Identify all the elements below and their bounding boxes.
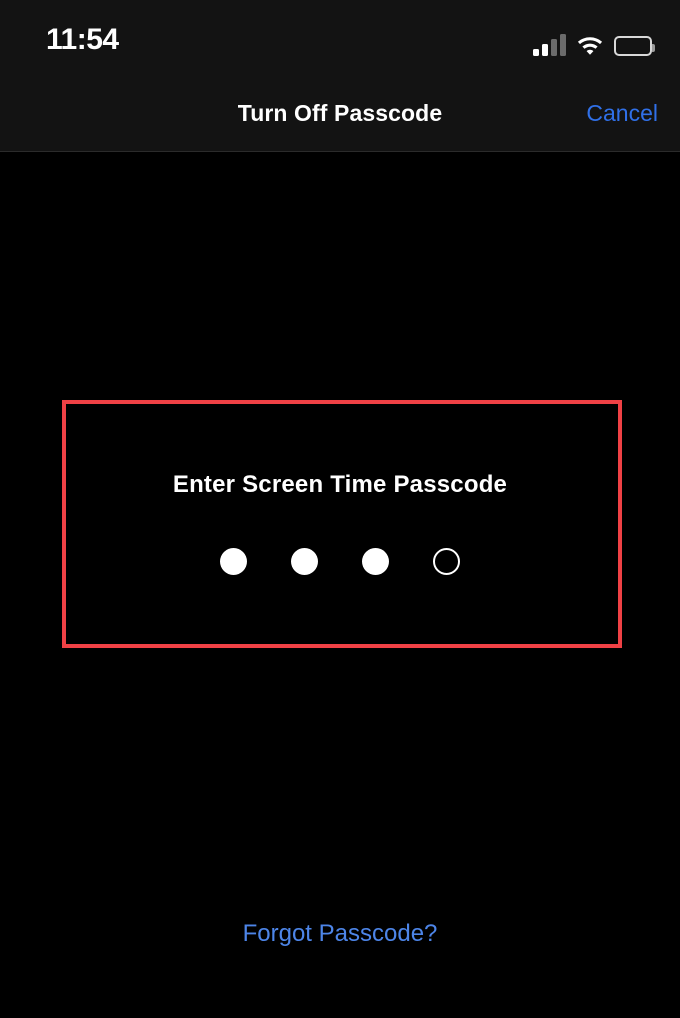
cancel-button[interactable]: Cancel [586, 98, 658, 128]
wifi-icon [576, 34, 604, 56]
forgot-passcode-link[interactable]: Forgot Passcode? [0, 919, 680, 949]
iphone-screen: 11:54 Turn Off Passcode Cancel Enter Scr… [0, 0, 680, 1018]
navigation-bar: Turn Off Passcode Cancel [0, 76, 680, 152]
passcode-dots[interactable] [0, 548, 680, 575]
page-title: Turn Off Passcode [237, 100, 443, 126]
passcode-dot [291, 548, 318, 575]
passcode-dot [362, 548, 389, 575]
passcode-dot [433, 548, 460, 575]
passcode-dot [220, 548, 247, 575]
top-chrome: 11:54 Turn Off Passcode Cancel [0, 0, 680, 152]
cellular-signal-icon [533, 34, 566, 56]
battery-icon [614, 36, 655, 56]
status-bar: 11:54 [0, 0, 680, 76]
status-bar-icons [533, 26, 655, 56]
passcode-prompt-label: Enter Screen Time Passcode [172, 471, 508, 498]
status-bar-time: 11:54 [46, 23, 119, 56]
annotation-highlight-rectangle [62, 400, 622, 648]
passcode-entry-screen: Enter Screen Time Passcode Forgot Passco… [0, 152, 680, 1018]
